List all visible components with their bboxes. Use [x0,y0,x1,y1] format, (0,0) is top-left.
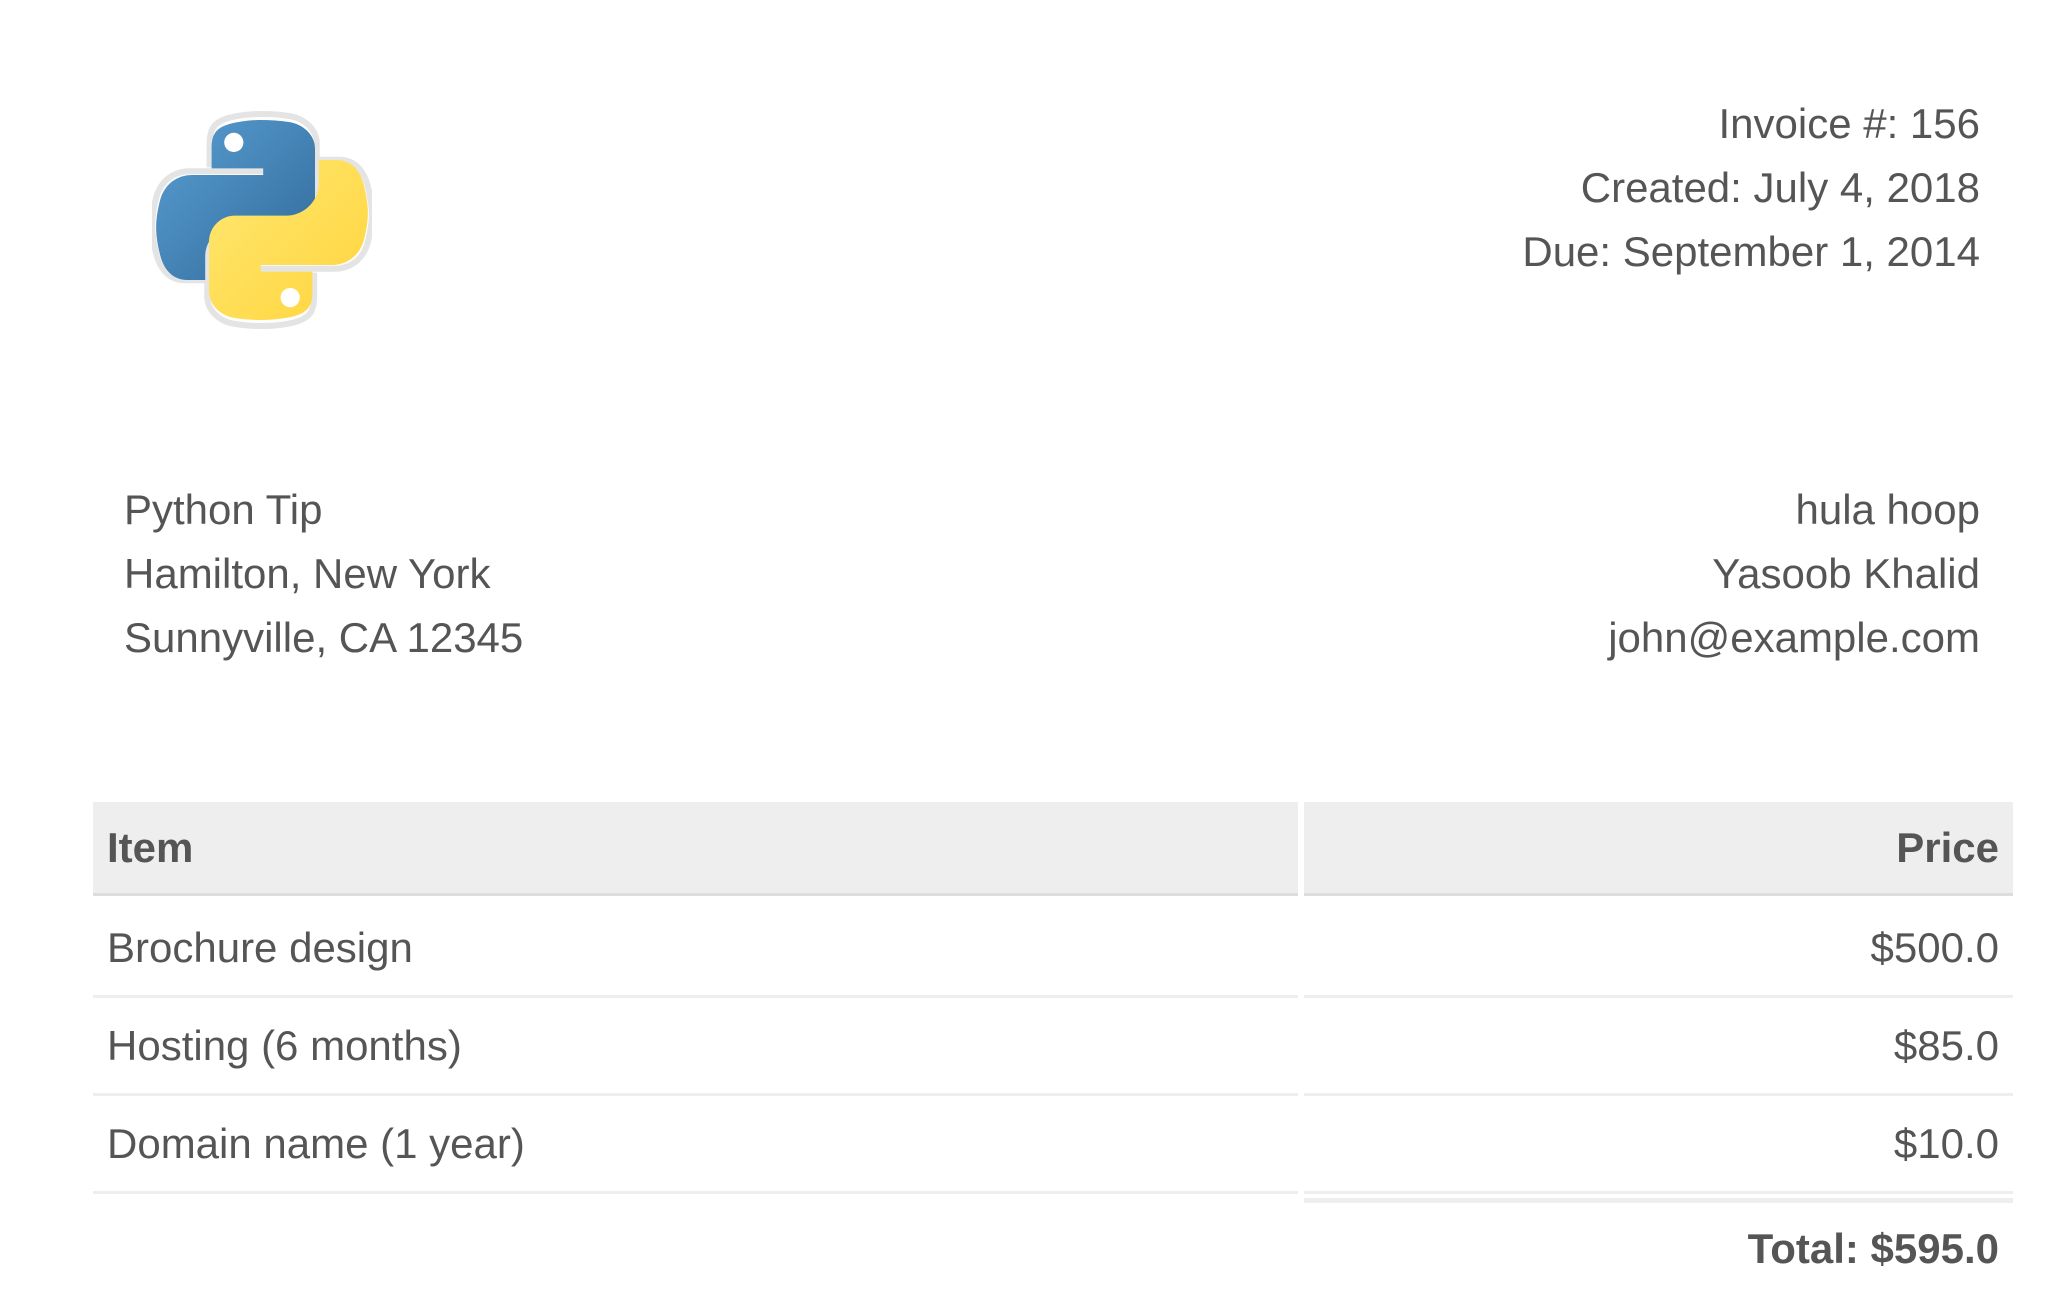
table-row: Domain name (1 year) $10.0 [93,1096,2013,1194]
recipient-name: Yasoob Khalid [1712,550,1980,597]
item-price: $500.0 [1304,900,2013,998]
invoice-created-date: Created: July 4, 2018 [1580,164,1980,211]
sender-address-line: Sunnyville, CA 12345 [124,614,524,661]
invoice-number: Invoice #: 156 [1718,100,1980,147]
table-row: Hosting (6 months) $85.0 [93,998,2013,1096]
total-row: Total: $595.0 [93,1194,2013,1290]
item-name: Hosting (6 months) [93,998,1298,1096]
python-logo [152,110,372,330]
recipient-email: john@example.com [1608,614,1980,661]
item-column-header: Item [93,802,1298,896]
total-spacer [93,1194,1298,1290]
table-row: Brochure design $500.0 [93,900,2013,998]
python-logo-icon [152,110,372,330]
item-price: $85.0 [1304,998,2013,1096]
invoice-due-date: Due: September 1, 2014 [1522,228,1980,275]
sender-address-line: Hamilton, New York [124,550,491,597]
invoice-meta: Invoice #: 156 Created: July 4, 2018 Due… [1522,92,1980,284]
recipient-info: hula hoop Yasoob Khalid john@example.com [1608,478,1980,670]
table-header-row: Item Price [93,802,2013,896]
item-price: $10.0 [1304,1096,2013,1194]
price-column-header: Price [1304,802,2013,896]
invoice-total: Total: $595.0 [1304,1198,2013,1294]
sender-info: Python Tip Hamilton, New York Sunnyville… [124,478,523,670]
sender-name: Python Tip [124,486,323,533]
recipient-company: hula hoop [1795,486,1980,533]
item-name: Brochure design [93,900,1298,998]
invoice-items-table: Item Price Brochure design $500.0 Hostin… [93,802,2013,1290]
item-name: Domain name (1 year) [93,1096,1298,1194]
